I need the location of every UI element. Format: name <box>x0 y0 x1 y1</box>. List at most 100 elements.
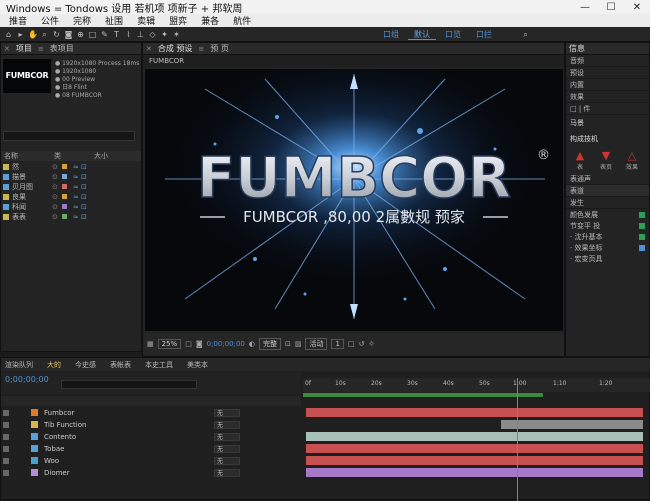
table-row[interactable]: Fumbcor 无 <box>1 407 301 418</box>
close-icon[interactable]: ✕ <box>146 45 152 53</box>
menu-item[interactable]: 完称 <box>66 14 98 27</box>
zoom-tool-icon[interactable]: ⌕ <box>40 30 49 39</box>
tab-composition[interactable]: 合成 预设 <box>158 43 193 54</box>
panel-row[interactable]: 音频 <box>566 55 649 67</box>
menu-item[interactable]: 公件 <box>34 14 66 27</box>
composition-viewer[interactable]: FUMBCOR ® FUMBCOR ,80,00 2属數规 预家 <box>145 69 563 331</box>
camera-tool-icon[interactable]: ◙ <box>64 30 73 39</box>
camera-select[interactable]: 活动 <box>305 338 328 350</box>
effect-checkbox[interactable]: · 宏变页具 <box>566 253 649 264</box>
menu-item[interactable]: 盟弈 <box>162 14 194 27</box>
time-ruler[interactable]: 0f 10s 20s 30s 40s 50s 1:00 1:10 1:20 <box>303 378 650 392</box>
workspace-tab[interactable]: 口组 <box>377 29 405 40</box>
selection-tool-icon[interactable]: ▸ <box>16 30 25 39</box>
rotate-tool-icon[interactable]: ↻ <box>52 30 61 39</box>
minimize-button[interactable]: — <box>572 2 598 13</box>
clone-tool-icon[interactable]: ⊥ <box>136 30 145 39</box>
label-color[interactable] <box>31 433 38 440</box>
parent-select[interactable]: 无 <box>214 420 240 429</box>
table-row[interactable]: Diomer 无 <box>1 467 301 478</box>
tab-layer[interactable]: 预 页 <box>210 43 229 54</box>
tab-timeline[interactable]: 表帐表 <box>110 360 131 370</box>
toggle-icon[interactable]: ◐ <box>249 340 255 348</box>
view-select[interactable]: 1 <box>331 339 344 349</box>
tab-render-queue[interactable]: 渲染队列 <box>5 360 33 370</box>
label-color[interactable] <box>31 469 38 476</box>
effect-checkbox[interactable]: · 效果坐标 <box>566 242 649 253</box>
tab-timeline[interactable]: 本史工具 <box>145 360 173 370</box>
parent-select[interactable]: 无 <box>214 468 240 477</box>
grid-icon[interactable]: ▦ <box>147 340 154 348</box>
parent-select[interactable]: 无 <box>214 432 240 441</box>
list-item[interactable]: 科闻 ⊙ ≈ ⊡ <box>1 202 141 211</box>
tab-info[interactable]: 信息 <box>569 43 585 54</box>
label-color[interactable] <box>31 457 38 464</box>
mask-tool-icon[interactable]: □ <box>88 30 97 39</box>
timeline-current-time[interactable]: 0;00;00;00 <box>5 375 49 384</box>
list-item[interactable]: 贝月图 ⊙ ≈ ⊡ <box>1 182 141 191</box>
layer-bar[interactable] <box>306 456 643 465</box>
current-time[interactable]: 0;00;00;00 <box>207 340 245 348</box>
table-row[interactable]: Contento 无 <box>1 431 301 442</box>
project-search-input[interactable] <box>3 131 135 141</box>
camera-icon[interactable]: ◙ <box>196 340 203 348</box>
fit-icon[interactable]: □ <box>185 340 192 348</box>
tab-timeline[interactable]: 美类本 <box>187 360 208 370</box>
list-item[interactable]: 描景 ⊙ ≈ ⊡ <box>1 172 141 181</box>
visibility-icon[interactable] <box>3 409 9 416</box>
layer-search-input[interactable] <box>61 380 197 389</box>
pan-tool-icon[interactable]: ⊕ <box>76 30 85 39</box>
visibility-icon[interactable] <box>3 433 9 440</box>
parent-select[interactable]: 无 <box>214 456 240 465</box>
type-tool-icon[interactable]: T <box>112 30 121 39</box>
playhead[interactable] <box>517 378 518 501</box>
visibility-icon[interactable] <box>3 457 9 464</box>
pen-tool-icon[interactable]: ✎ <box>100 30 109 39</box>
layer-bar[interactable] <box>501 420 643 429</box>
menu-item[interactable]: 卖辑 <box>130 14 162 27</box>
close-icon[interactable]: ✕ <box>4 45 10 53</box>
roto-tool-icon[interactable]: ✦ <box>160 30 169 39</box>
parent-select[interactable]: 无 <box>214 444 240 453</box>
menu-icon[interactable]: ≡ <box>198 45 204 53</box>
layer-bar[interactable] <box>306 468 643 477</box>
layer-bar[interactable] <box>306 432 643 441</box>
workspace-tab-active[interactable]: 默认 <box>408 29 436 40</box>
panel-row[interactable]: 效果 <box>566 91 649 103</box>
list-item[interactable]: 然 ⊙ ≈ ⊡ <box>1 162 141 171</box>
menu-item[interactable]: 推音 <box>2 14 34 27</box>
menu-item[interactable]: 航件 <box>226 14 258 27</box>
puppet-tool-icon[interactable]: ✶ <box>172 30 181 39</box>
view-icon[interactable]: □ <box>348 340 355 348</box>
check-box[interactable] <box>639 244 645 251</box>
work-area-bar[interactable] <box>303 393 543 397</box>
workspace-tab[interactable]: 口览 <box>439 29 467 40</box>
zoom-select[interactable]: 25% <box>157 339 182 349</box>
check-box[interactable] <box>639 211 645 218</box>
effect-preset[interactable]: △ 效果 <box>622 149 642 171</box>
panel-row[interactable]: 表通声 <box>566 173 649 185</box>
column-name[interactable]: 名称 <box>1 151 51 161</box>
list-item[interactable]: 良果 ⊙ ≈ ⊡ <box>1 192 141 201</box>
home-icon[interactable]: ⌂ <box>4 30 13 39</box>
table-row[interactable]: Woo 无 <box>1 455 301 466</box>
effect-preset[interactable]: ▼ 表页 <box>596 149 616 171</box>
search-icon[interactable]: ⌕ <box>521 30 530 39</box>
panel-row[interactable]: □ | 件 <box>566 103 649 115</box>
visibility-icon[interactable] <box>3 421 9 428</box>
effect-checkbox[interactable]: · 沈升基本 <box>566 231 649 242</box>
column-label[interactable]: 类 <box>51 151 91 161</box>
brush-tool-icon[interactable]: ⌇ <box>124 30 133 39</box>
layer-bar[interactable] <box>306 444 643 453</box>
check-box[interactable] <box>639 233 645 240</box>
transparency-icon[interactable]: ▨ <box>295 340 302 348</box>
workspace-tab[interactable]: 口拦 <box>470 29 498 40</box>
table-row[interactable]: Tib Function 无 <box>1 419 301 430</box>
label-color[interactable] <box>31 445 38 452</box>
label-color[interactable] <box>31 409 38 416</box>
panel-row[interactable]: 预设 <box>566 67 649 79</box>
exposure-icon[interactable]: ☼ <box>368 340 374 348</box>
panel-row[interactable]: 表道 <box>566 185 649 197</box>
effect-checkbox[interactable]: 颜色发展 <box>566 209 649 220</box>
panel-row[interactable]: 发生 <box>566 197 649 209</box>
